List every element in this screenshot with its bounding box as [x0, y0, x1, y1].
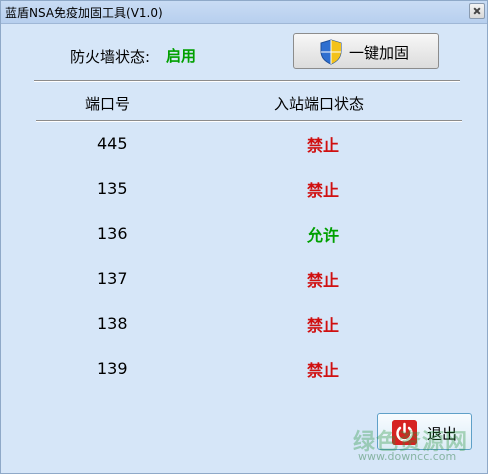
table-row: 137 禁止: [1, 269, 487, 291]
port-cell: 136: [97, 224, 128, 243]
separator-header: [36, 120, 462, 122]
state-cell: 禁止: [307, 271, 340, 290]
port-cell: 139: [97, 359, 128, 378]
column-header-port: 端口号: [85, 95, 131, 113]
port-cell: 445: [97, 134, 128, 153]
table-row: 445 禁止: [1, 134, 487, 156]
port-cell: 137: [97, 269, 128, 288]
one-click-harden-button[interactable]: 一键加固: [293, 33, 439, 69]
state-cell: 禁止: [307, 181, 340, 200]
firewall-label: 防火墙状态:: [70, 48, 151, 66]
port-cell: 138: [97, 314, 128, 333]
app-window: 蓝盾NSA免疫加固工具(V1.0) 防火墙状态: 启用 一键加固 端口号 入站端…: [0, 0, 488, 474]
watermark-url: www.downcc.com: [358, 450, 457, 463]
state-cell: 禁止: [307, 316, 340, 335]
separator-top: [34, 80, 460, 82]
main-panel: 防火墙状态: 启用 一键加固 端口号 入站端口状态 445 禁止 135 禁止 …: [1, 24, 487, 473]
window-title: 蓝盾NSA免疫加固工具(V1.0): [5, 6, 163, 20]
table-row: 139 禁止: [1, 359, 487, 381]
port-cell: 135: [97, 179, 128, 198]
state-cell: 禁止: [307, 136, 340, 155]
table-row: 136 允许: [1, 224, 487, 246]
title-bar: 蓝盾NSA免疫加固工具(V1.0): [1, 1, 487, 24]
table-row: 135 禁止: [1, 179, 487, 201]
firewall-status: 启用: [166, 47, 197, 65]
column-header-status: 入站端口状态: [274, 95, 365, 113]
state-cell: 禁止: [307, 361, 340, 380]
state-cell: 允许: [307, 226, 340, 245]
harden-label: 一键加固: [349, 44, 410, 62]
shield-icon: [320, 39, 342, 65]
table-row: 138 禁止: [1, 314, 487, 336]
close-button[interactable]: [469, 3, 485, 19]
